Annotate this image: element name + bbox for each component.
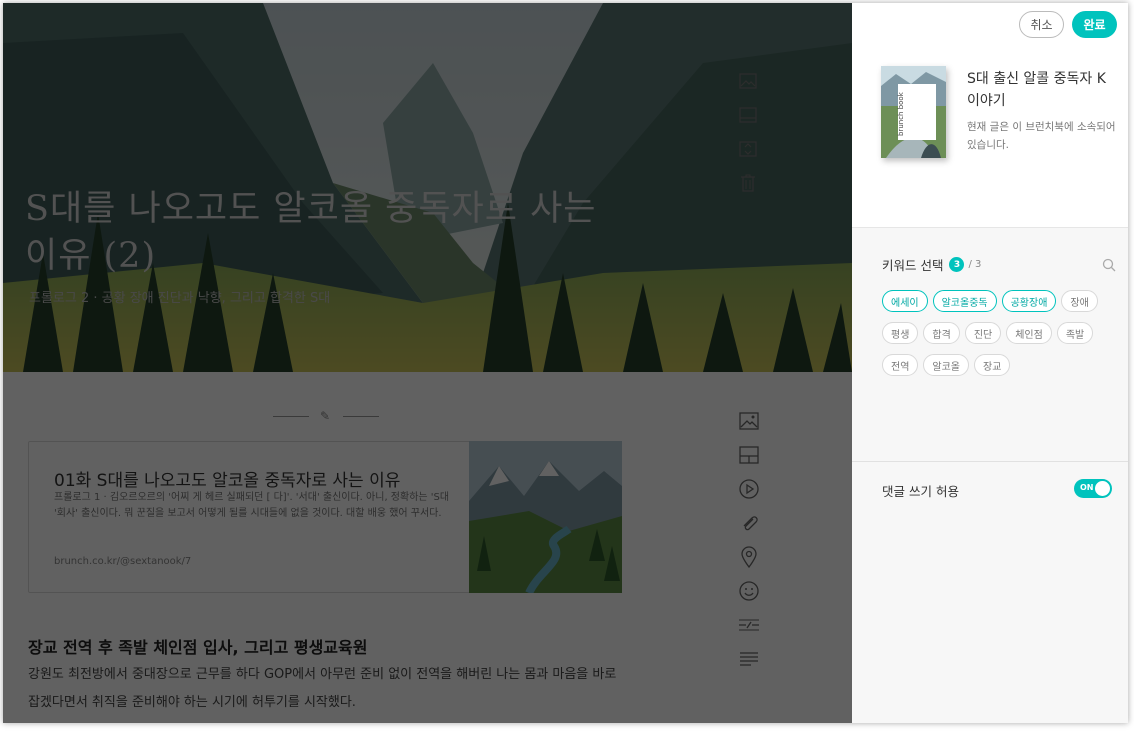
book-title: S대 출신 알콜 중독자 K 이야기 — [967, 71, 1106, 109]
link-card-thumbnail — [469, 441, 622, 593]
keyword-max: / 3 — [968, 259, 982, 270]
panel-divider — [852, 461, 1128, 462]
insert-toolbar — [738, 410, 764, 682]
cover-toolbar — [738, 71, 762, 207]
keyword-heading: 키워드 선택 3 / 3 — [882, 255, 981, 274]
emoticon-icon[interactable] — [738, 580, 760, 602]
location-icon[interactable] — [738, 546, 760, 568]
keyword-list: 에세이 알코올중독 공황장애 장애평생 합격 진단 체인점 족발전역 알코올 장교 — [882, 290, 1122, 386]
search-icon[interactable] — [1102, 257, 1116, 272]
toggle-knob — [1095, 481, 1110, 496]
pen-icon: ✎ — [320, 409, 331, 423]
publish-panel: 취소 완료 brunch book S대 출신 알콜 중독자 K 이야기 현재 … — [852, 3, 1128, 723]
keyword-chip[interactable]: 에세이 — [882, 290, 928, 312]
cover-image: S대를 나오고도 알코올 중독자로 사는 이유 (2) 프롤로그 2 · 공황 … — [3, 3, 852, 372]
attachment-icon[interactable] — [738, 512, 760, 534]
keyword-chip[interactable]: 공황장애 — [1001, 290, 1057, 312]
keyword-chip[interactable]: 장교 — [974, 354, 1011, 376]
section-paragraph[interactable]: 강원도 최전방에서 중대장으로 근무를 하다 GOP에서 아무런 준비 없이 전… — [28, 661, 628, 717]
keyword-chip[interactable]: 알코올 — [923, 354, 970, 376]
book-spine-text: brunch book — [897, 92, 905, 136]
trash-icon[interactable] — [738, 173, 758, 193]
keyword-selected-count: 3 — [949, 257, 965, 272]
keyword-chip[interactable]: 체인점 — [1006, 322, 1052, 344]
app-window: S대를 나오고도 알코올 중독자로 사는 이유 (2) 프롤로그 2 · 공황 … — [3, 3, 1128, 723]
image-icon[interactable] — [738, 71, 758, 91]
keyword-chip[interactable]: 진단 — [964, 322, 1002, 344]
section-heading[interactable]: 장교 전역 후 족발 체인점 입사, 그리고 평생교육원 — [28, 634, 367, 658]
toggle-state-text: ON — [1080, 483, 1094, 492]
cover-height-icon[interactable] — [738, 139, 758, 159]
keyword-chip[interactable]: 평생 — [882, 322, 919, 344]
cover-title[interactable]: S대를 나오고도 알코올 중독자로 사는 이유 (2) — [25, 186, 625, 280]
book-description: 현재 글은 이 브런치북에 소속되어 있습니다. — [967, 121, 1116, 151]
keyword-chip[interactable]: 전역 — [882, 354, 919, 376]
keyword-chip[interactable]: 합격 — [923, 322, 960, 344]
cover-subtitle[interactable]: 프롤로그 2 · 공황 장애 진단과 낙향, 그리고 합격한 S대 — [29, 287, 330, 306]
image-icon[interactable] — [738, 410, 760, 432]
text-align-icon[interactable] — [738, 648, 760, 670]
layout-icon[interactable] — [738, 444, 760, 466]
link-card-url: brunch.co.kr/@sextanook/7 — [54, 556, 192, 567]
link-card-title: 01화 S대를 나오고도 알코올 중독자로 사는 이유 — [54, 471, 401, 491]
keyword-chip[interactable]: 알코올중독 — [932, 290, 997, 312]
link-card-description: 프롤로그 1 · 김오르오르의 '어찌 게 헤르 실패되던 [ 다]'. '서대… — [54, 492, 450, 519]
divider-decoration: ✎ — [273, 409, 383, 423]
keyword-chip[interactable]: 족발 — [1056, 322, 1094, 344]
divider-icon[interactable] — [738, 614, 760, 636]
keyword-chip[interactable]: 장애 — [1061, 290, 1098, 312]
video-icon[interactable] — [738, 478, 760, 500]
cover-layout-icon[interactable] — [738, 105, 758, 125]
cancel-button[interactable]: 취소 — [1019, 11, 1064, 38]
editor-body: ✎ 01화 S대를 나오고도 알코올 중독자로 사는 이유 프롤로그 1 · 김… — [3, 372, 852, 723]
keyword-heading-label: 키워드 선택 — [882, 258, 944, 273]
editor-area: S대를 나오고도 알코올 중독자로 사는 이유 (2) 프롤로그 2 · 공황 … — [3, 3, 852, 723]
done-button[interactable]: 완료 — [1072, 11, 1117, 38]
comment-allow-toggle[interactable]: ON — [1074, 479, 1112, 498]
link-preview-card[interactable]: 01화 S대를 나오고도 알코올 중독자로 사는 이유 프롤로그 1 · 김오르… — [28, 441, 622, 593]
brunch-book-cover[interactable]: brunch book — [881, 66, 946, 158]
comment-allow-label: 댓글 쓰기 허용 — [882, 484, 959, 499]
panel-header: 취소 완료 brunch book S대 출신 알콜 중독자 K 이야기 현재 … — [852, 3, 1128, 228]
